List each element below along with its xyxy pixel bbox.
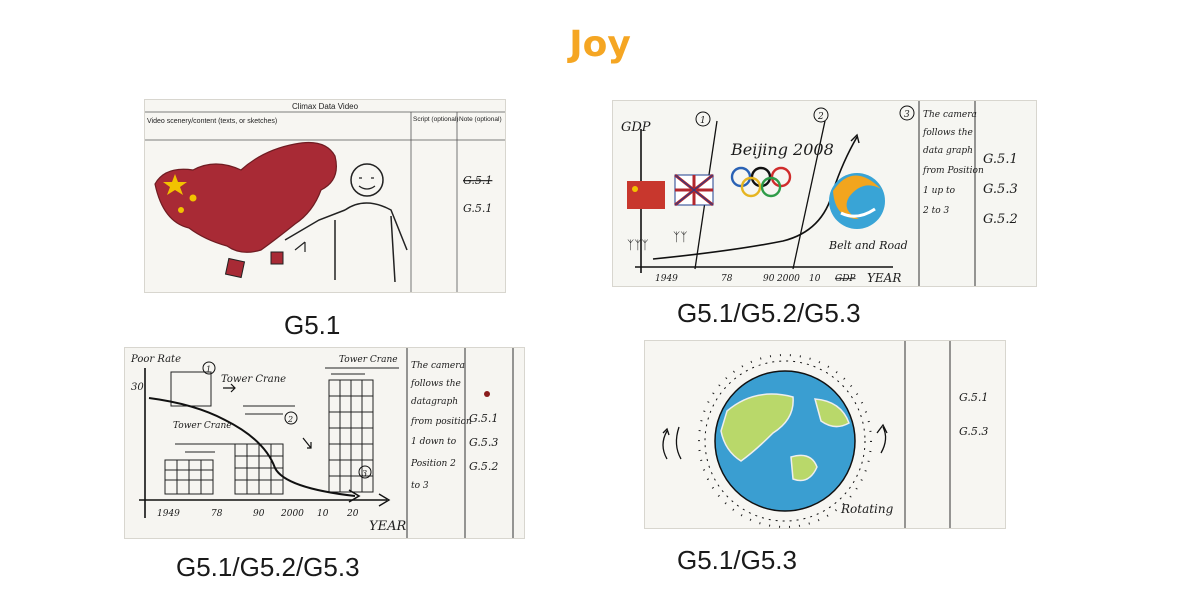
people-sketch: ᛉᛉᛉ [627, 238, 649, 252]
position-marker: 1 [206, 365, 211, 374]
storyboard-panel-1: Climax Data Video Video scenery/content … [144, 99, 506, 293]
header-col-script: Script (optional) [413, 116, 459, 123]
island-sketch [224, 257, 246, 279]
olympics-label: Beijing 2008 [730, 140, 834, 159]
svg-text:ᛉᛉ: ᛉᛉ [673, 230, 687, 244]
flag-star-icon [178, 207, 184, 213]
panel-2-caption: G5.1/G5.2/G5.3 [677, 298, 861, 328]
position-marker: 3 [362, 469, 367, 478]
china-flag-sketch [627, 181, 665, 209]
x-tick-label: 1949 [157, 509, 180, 519]
x-tick-label: 2000 [776, 274, 800, 284]
belt-and-road-label: Belt and Road [828, 239, 908, 252]
panel-1-caption: G5.1 [284, 310, 341, 340]
x-tick-label: 2000 [280, 509, 304, 519]
panel-3-caption: G5.1/G5.2/G5.3 [176, 552, 360, 582]
position-marker: 3 [904, 110, 910, 120]
note-code: G.5.3 [983, 182, 1018, 197]
header-title: Climax Data Video [292, 102, 359, 111]
note-code: G.5.1 [959, 391, 988, 404]
note-code: G.5.3 [959, 425, 988, 438]
x-tick-label: 90 [763, 274, 775, 284]
crane-label: Tower Crane [339, 355, 398, 365]
panel-1-sketch: Climax Data Video Video scenery/content … [145, 100, 505, 292]
x-tick-label: 1949 [655, 274, 678, 284]
panel-4-sketch: Rotating G.5.1 G.5.3 [645, 341, 1005, 528]
axis-x-label: YEAR [369, 519, 406, 534]
position-marker: 2 [817, 112, 824, 122]
rotating-label: Rotating [840, 502, 894, 516]
page-title: Joy [569, 24, 631, 65]
storyboard-panel-4: Rotating G.5.1 G.5.3 [644, 340, 1006, 529]
x-tick-label: 90 [253, 509, 265, 519]
note-code: G.5.2 [983, 212, 1018, 227]
x-tick-label: 20 [346, 509, 359, 519]
x-tick-label: 78 [721, 274, 733, 284]
axis-x-label: YEAR [867, 271, 901, 285]
note-crossed: G.5.1 [463, 174, 492, 187]
y-tick-label: 30 [131, 382, 144, 393]
belt-and-road-logo [829, 173, 885, 229]
header-col-scene: Video scenery/content (texts, or sketche… [147, 118, 277, 125]
note-code: G.5.1 [469, 412, 498, 425]
header-col-note: Note (optional) [459, 116, 502, 123]
flag-star-icon [189, 194, 197, 202]
x-tick-label: 10 [317, 509, 329, 519]
storyboard-panel-3: Poor Rate 30 YEAR 1 2 3 Tower Crane Towe… [124, 347, 525, 539]
marker-dot [484, 391, 490, 397]
note-code: G.5.3 [469, 436, 498, 449]
crane-label: Tower Crane [173, 421, 232, 431]
panel-3-sketch: Poor Rate 30 YEAR 1 2 3 Tower Crane Towe… [125, 348, 524, 538]
axis-y-label: GDP [621, 120, 651, 135]
island-sketch [270, 251, 284, 265]
position-marker: 1 [700, 116, 706, 126]
note-code: G.5.1 [983, 152, 1018, 167]
x-tick-label: GDP [835, 274, 856, 284]
note-code: G.5.1 [463, 202, 492, 215]
crane-label: Tower Crane [221, 374, 286, 385]
position-marker: 2 [287, 415, 293, 424]
note-code: G.5.2 [469, 460, 498, 473]
x-tick-label: 78 [211, 509, 223, 519]
panel-4-caption: G5.1/G5.3 [677, 545, 797, 575]
storyboard-panel-2: GDP YEAR 1 2 3 ᛉᛉᛉ ᛉᛉ Beijing 2008 Belt … [612, 100, 1037, 287]
axis-y-label: Poor Rate [130, 354, 181, 365]
x-tick-label: 10 [809, 274, 821, 284]
panel-2-sketch: GDP YEAR 1 2 3 ᛉᛉᛉ ᛉᛉ Beijing 2008 Belt … [613, 101, 1036, 286]
